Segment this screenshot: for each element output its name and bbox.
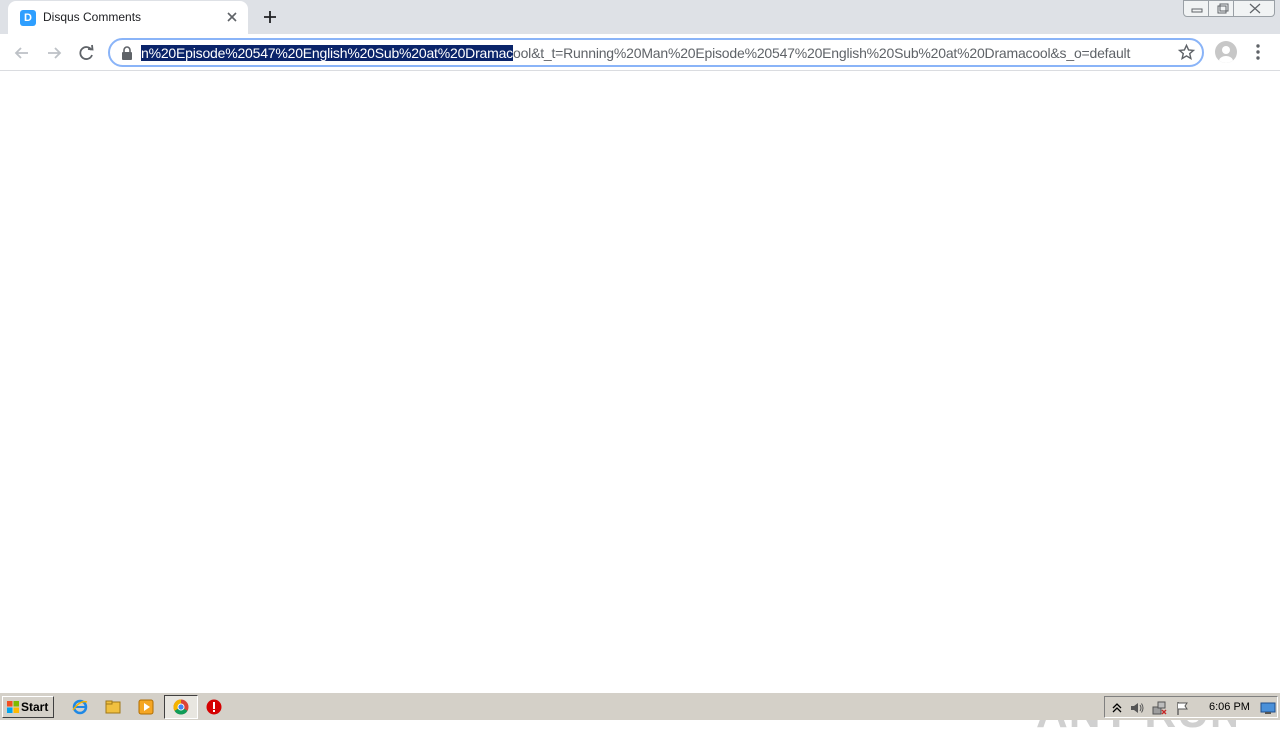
address-bar[interactable]: n%20Episode%20547%20English%20Sub%20at%2… <box>108 38 1204 67</box>
close-icon[interactable] <box>224 9 240 25</box>
reload-icon[interactable] <box>75 42 97 64</box>
profile-avatar[interactable] <box>1215 41 1237 63</box>
start-label: Start <box>21 700 49 714</box>
speaker-icon[interactable] <box>1129 700 1145 716</box>
taskbar-chrome-active[interactable] <box>164 695 198 719</box>
person-icon <box>1219 46 1233 63</box>
system-tray: 6:06 PM <box>1104 696 1278 718</box>
chrome-icon <box>173 699 189 715</box>
url-text[interactable]: n%20Episode%20547%20English%20Sub%20at%2… <box>141 45 1171 61</box>
new-tab-button[interactable] <box>260 7 280 27</box>
lock-icon[interactable] <box>121 46 133 60</box>
chevron-up-icon[interactable] <box>1109 700 1125 716</box>
internet-explorer-icon[interactable] <box>71 698 89 716</box>
tab-strip: D Disqus Comments <box>0 0 1280 34</box>
forward-icon[interactable] <box>43 42 65 64</box>
browser-tab[interactable]: D Disqus Comments <box>8 1 248 34</box>
page-content: ANY RUN <box>0 72 1280 737</box>
clock[interactable]: 6:06 PM <box>1209 701 1250 713</box>
network-icon[interactable] <box>1151 700 1167 716</box>
action-center-flag-icon[interactable] <box>1175 700 1191 716</box>
start-button[interactable]: Start <box>2 696 54 718</box>
show-desktop-icon[interactable] <box>1260 700 1276 716</box>
restore-button[interactable] <box>1208 0 1234 17</box>
taskbar: Start 6:06 PM <box>0 692 1280 720</box>
tab-title: Disqus Comments <box>43 10 142 24</box>
windows-flag-icon <box>7 701 19 713</box>
back-icon[interactable] <box>11 42 33 64</box>
restore-icon <box>1217 3 1229 14</box>
minimize-icon <box>1191 8 1203 13</box>
bookmark-star-icon[interactable] <box>1177 43 1196 62</box>
url-selected-text: n%20Episode%20547%20English%20Sub%20at%2… <box>141 45 513 61</box>
close-icon <box>1249 3 1261 14</box>
folder-icon[interactable] <box>104 698 122 716</box>
more-menu-icon[interactable] <box>1249 42 1267 62</box>
browser-toolbar: n%20Episode%20547%20English%20Sub%20at%2… <box>0 34 1280 71</box>
disqus-favicon-icon: D <box>20 10 36 26</box>
window-close-button[interactable] <box>1233 0 1275 17</box>
url-remaining-text: ool&t_t=Running%20Man%20Episode%20547%20… <box>512 45 1131 61</box>
media-player-icon[interactable] <box>137 698 155 716</box>
stop-icon[interactable] <box>205 698 223 716</box>
minimize-button[interactable] <box>1183 0 1209 17</box>
